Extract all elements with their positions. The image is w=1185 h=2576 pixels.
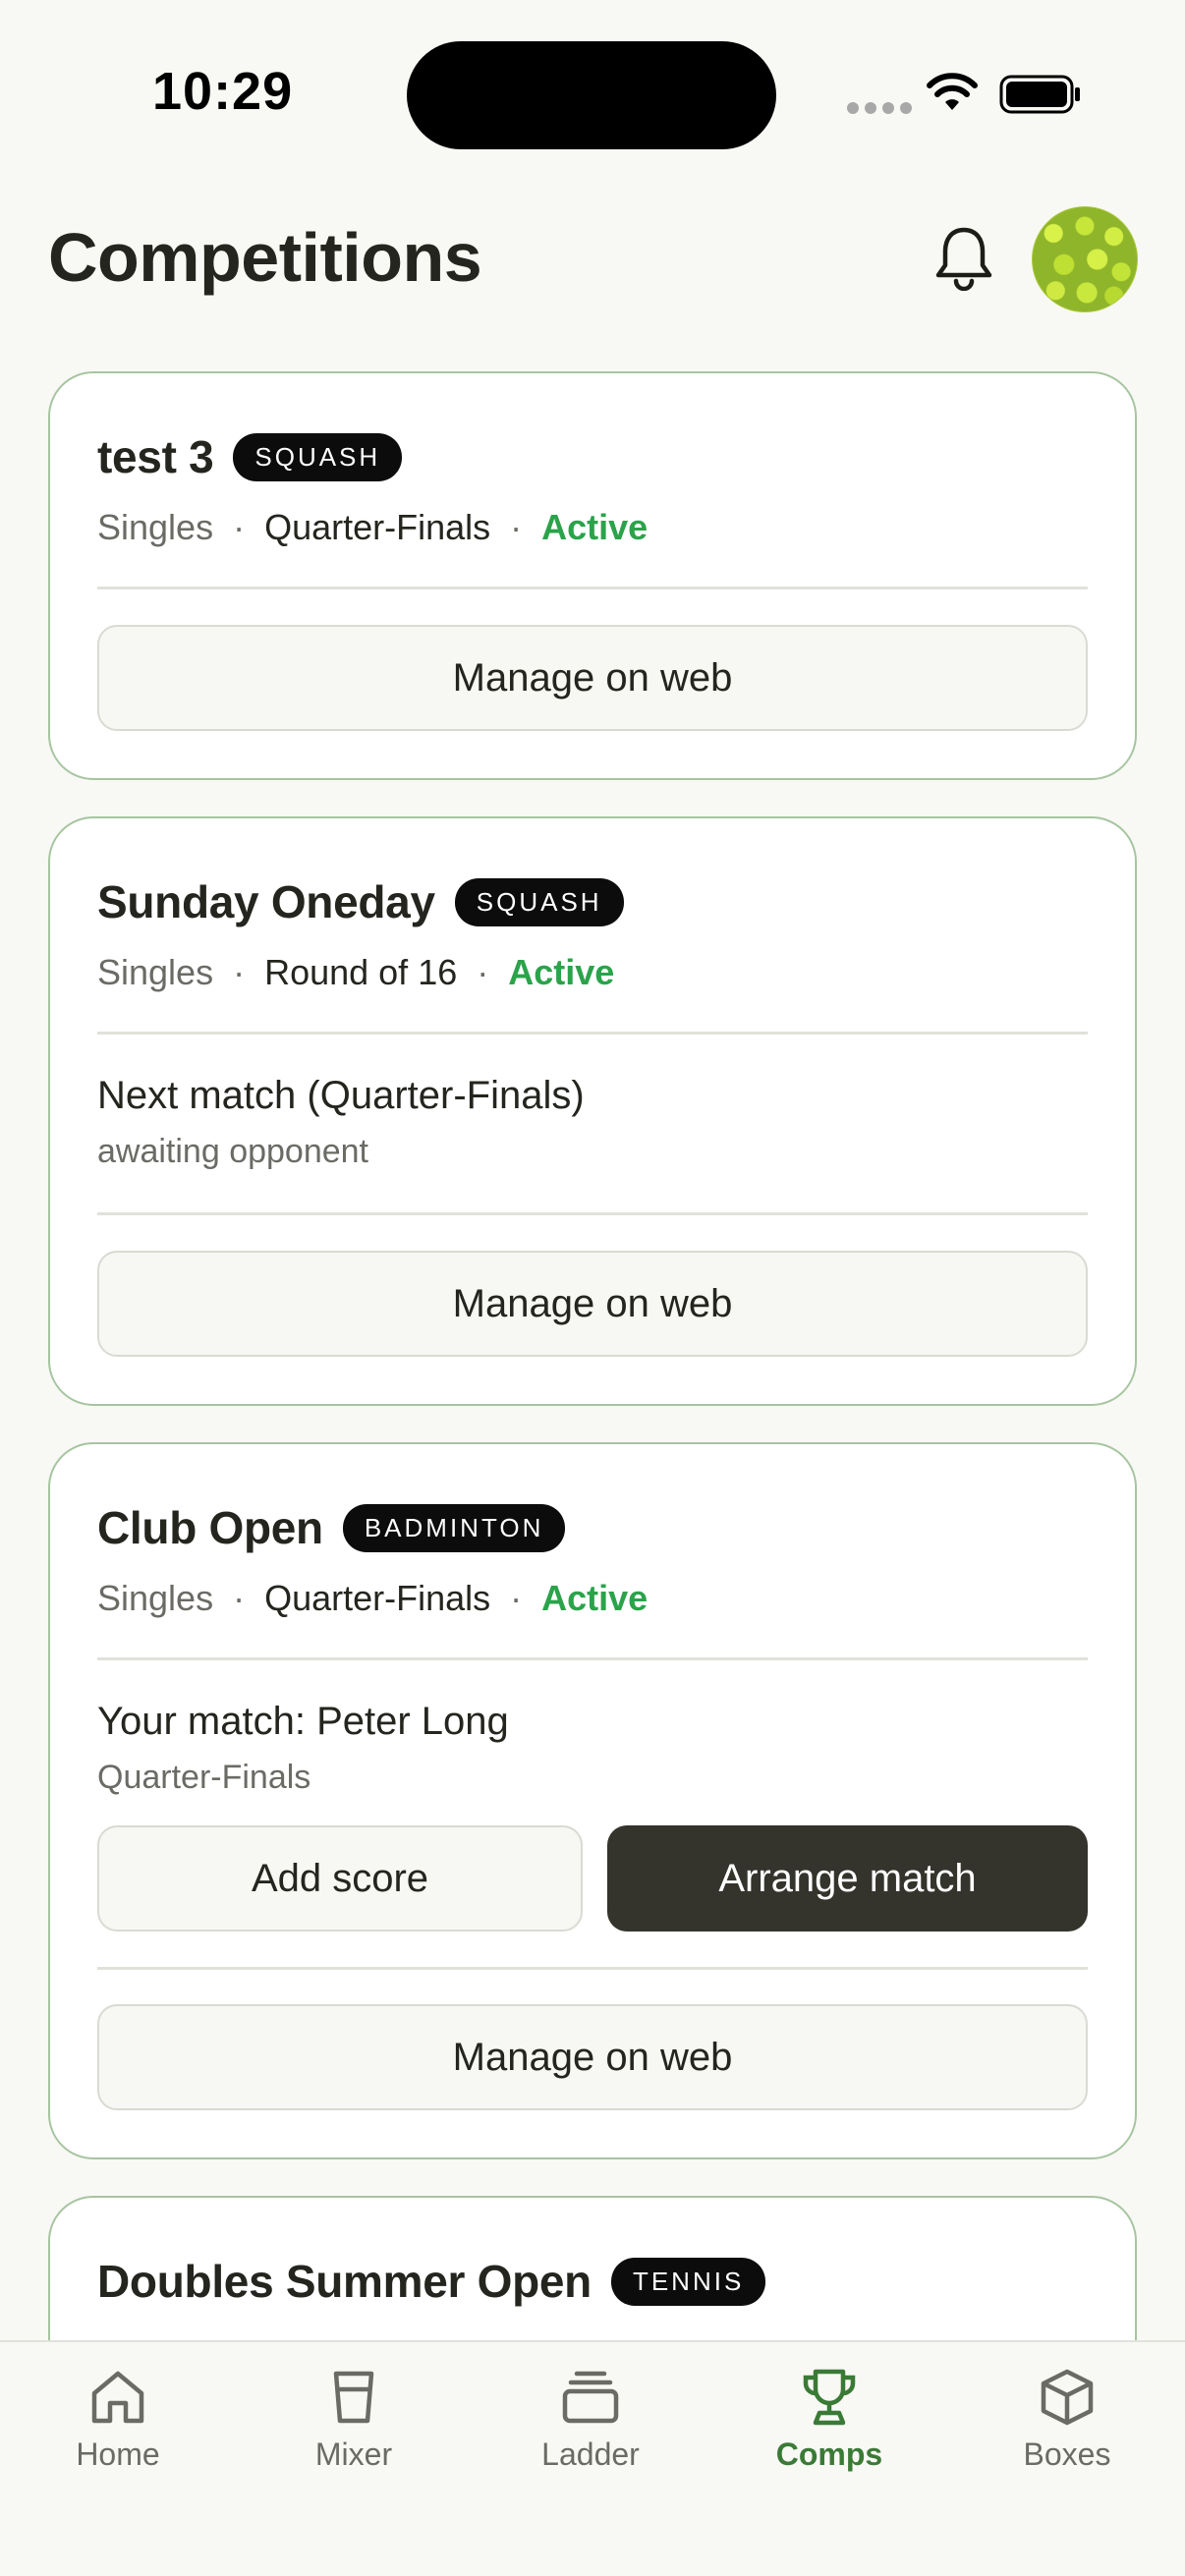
separator-dot: · [477,952,489,992]
dynamic-island [407,41,776,149]
sport-badge: TENNIS [610,2257,766,2306]
competition-card: test 3 SQUASH Singles · Quarter-Finals ·… [48,371,1137,780]
competition-meta: Singles · Quarter-Finals · Active [97,507,648,548]
tab-label: Boxes [1023,2436,1111,2472]
manage-on-web-button[interactable]: Manage on web [97,2004,1088,2110]
bell-icon[interactable] [933,224,994,291]
status-badge: Active [508,952,615,992]
tab-home[interactable]: Home [20,2342,216,2499]
separator-dot: · [233,507,246,547]
competition-type: Singles [97,1578,214,1618]
divider [97,1967,1088,1970]
card-title-row: Club Open BADMINTON [97,1501,566,1554]
home-icon [91,2371,144,2424]
divider [97,1212,1088,1215]
match-round: Quarter-Finals [97,1759,311,1796]
manage-on-web-button[interactable]: Manage on web [97,1251,1088,1357]
card-title-row: Doubles Summer Open TENNIS [97,2255,766,2308]
separator-dot: · [510,1578,523,1618]
competition-name: Doubles Summer Open [97,2256,592,2307]
tab-boxes[interactable]: Boxes [969,2342,1165,2499]
competition-round: Quarter-Finals [264,1578,491,1618]
arrange-match-button[interactable]: Arrange match [607,1825,1088,1932]
competition-card: Sunday Oneday SQUASH Singles · Round of … [48,816,1137,1406]
tab-mixer[interactable]: Mixer [255,2342,452,2499]
separator-dot: · [233,1578,246,1618]
card-title-row: Sunday Oneday SQUASH [97,875,624,928]
match-opponent: Your match: Peter Long [97,1700,509,1743]
tab-comps[interactable]: Comps [731,2342,928,2499]
separator-dot: · [233,952,246,992]
avatar[interactable] [1032,206,1138,312]
competition-name: Sunday Oneday [97,876,435,927]
card-title-row: test 3 SQUASH [97,430,403,483]
tab-bar: Home Mixer Ladder Comps Boxes [0,2340,1185,2576]
divider [97,1032,1088,1035]
status-badge: Active [541,1578,649,1618]
cellular-signal-icon [847,102,912,114]
wifi-icon [927,73,978,110]
tab-ladder[interactable]: Ladder [492,2342,689,2499]
status-bar: 10:29 [0,0,1185,187]
competition-meta: Singles · Quarter-Finals · Active [97,1578,648,1619]
glass-icon [333,2371,374,2424]
tab-label: Mixer [314,2436,393,2472]
page-title: Competitions [48,219,482,296]
manage-on-web-button[interactable]: Manage on web [97,625,1088,731]
next-match-title: Next match (Quarter-Finals) [97,1074,585,1117]
competition-name: test 3 [97,431,214,482]
divider [97,1657,1088,1660]
stack-icon [562,2371,619,2424]
status-time: 10:29 [152,62,294,121]
tab-label: Home [76,2436,160,2472]
competition-type: Singles [97,507,214,547]
sport-badge: SQUASH [454,877,624,926]
sport-badge: BADMINTON [342,1503,566,1552]
competition-type: Singles [97,952,214,992]
tab-label: Ladder [541,2436,640,2472]
box-icon [1041,2369,1094,2426]
add-score-button[interactable]: Add score [97,1825,583,1932]
next-match-status: awaiting opponent [97,1133,369,1170]
competition-card: Club Open BADMINTON Singles · Quarter-Fi… [48,1442,1137,2159]
trophy-icon [803,2369,856,2426]
tab-label: Comps [775,2436,883,2472]
competition-name: Club Open [97,1502,323,1553]
sport-badge: SQUASH [233,432,403,481]
divider [97,587,1088,589]
status-badge: Active [541,507,649,547]
competition-round: Quarter-Finals [264,507,491,547]
competition-meta: Singles · Round of 16 · Active [97,952,614,993]
competition-round: Round of 16 [264,952,458,992]
separator-dot: · [510,507,523,547]
battery-icon [999,75,1080,114]
